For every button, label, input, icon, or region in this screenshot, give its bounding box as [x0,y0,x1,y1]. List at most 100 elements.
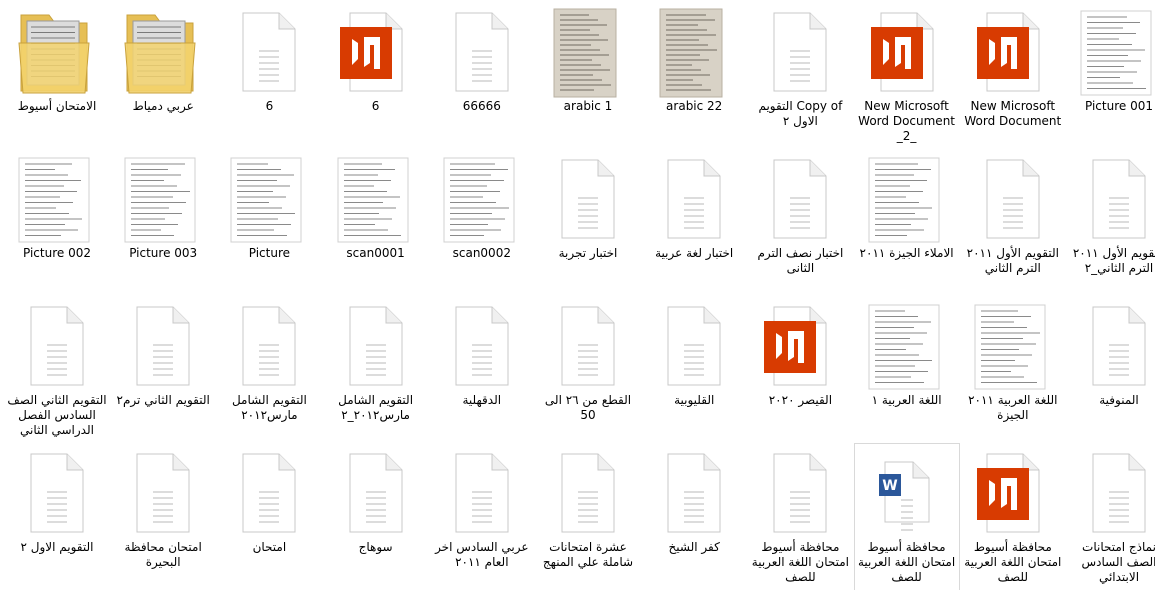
blank-document-icon [748,150,852,246]
blank-document-icon [748,3,852,99]
file-item[interactable]: الاملاء الجيزة ٢٠١١ [855,150,959,296]
file-name-label: 6 [371,99,380,113]
blank-document-icon [536,444,640,540]
blank-document-icon [642,297,746,393]
file-name-label: سوهاج [358,540,393,554]
blank-document-icon [642,444,746,540]
file-item[interactable]: Copy of التقويم الاول ٢ [748,3,852,149]
file-name-label: 6 [265,99,274,113]
file-item[interactable]: scan0002 [430,150,534,296]
file-item[interactable]: نماذج امتحانات الصف السادس الابتدائي [1067,444,1155,590]
photo-thumbnail [536,3,640,99]
file-item[interactable]: اختبار لغة عربية [642,150,746,296]
file-item[interactable]: التقويم الثاني ترم٢ [111,297,215,443]
pdf-reader-icon [961,3,1065,99]
file-item[interactable]: الامتحان أسيوط [5,3,109,149]
pdf-reader-icon [855,3,959,99]
file-item[interactable]: التقويم الشامل مارس٢٠١٢_٢ [324,297,428,443]
file-name-label: امتحان [252,540,287,554]
file-item[interactable]: عربي دمياط [111,3,215,149]
file-item[interactable]: W محافظة أسيوط امتحان اللغة العربية للصف [853,443,960,590]
blank-document-icon [324,444,428,540]
file-name-label: التقويم الثاني ترم٢ [116,393,210,407]
blank-document-icon [5,444,109,540]
file-name-label: Picture 002 [23,246,91,260]
scanned-page-thumbnail [111,150,215,246]
file-item[interactable]: القيصر ٢٠٢٠ [748,297,852,443]
file-name-label: scan0001 [346,246,405,260]
file-item[interactable]: امتحان [217,444,321,590]
file-name-label: التقويم الثاني الصف السادس الفصل الدراسي… [7,393,107,437]
folder-icon [111,3,215,99]
file-item[interactable]: اللغة العربية ٢٠١١ الجيزة [961,297,1065,443]
blank-document-icon [536,150,640,246]
file-name-label: New Microsoft Word Document _2_ [858,99,955,143]
file-name-label: Picture [248,246,291,260]
file-item[interactable]: 6 [324,3,428,149]
file-item[interactable]: Picture 001 [1067,3,1155,149]
file-item[interactable]: عربي السادس اخر العام ٢٠١١ [430,444,534,590]
file-item[interactable]: الدقهلية [430,297,534,443]
file-item[interactable]: محافظة أسيوط امتحان اللغة العربية للصف [961,444,1065,590]
file-item[interactable]: اللغة العربية ١ [855,297,959,443]
file-item[interactable]: المنوفية [1067,297,1155,443]
file-item[interactable]: 66666 [430,3,534,149]
file-item[interactable]: التقويم الأول ٢٠١١ الترم الثاني [961,150,1065,296]
blank-document-icon [217,3,321,99]
file-item[interactable]: scan0001 [324,150,428,296]
file-name-label: التقويم الشامل مارس٢٠١٢ [231,393,307,422]
scanned-page-thumbnail [430,150,534,246]
blank-document-icon [217,444,321,540]
file-name-label: التقويم الاول ٢ [20,540,94,554]
file-item[interactable]: القليوبية [642,297,746,443]
blank-document-icon [5,297,109,393]
file-item[interactable]: arabic 1 [536,3,640,149]
file-item[interactable]: New Microsoft Word Document _2_ [855,3,959,149]
file-item[interactable]: التقويم الاول ٢ [5,444,109,590]
file-item[interactable]: القطع من ٢٦ الى 50 [536,297,640,443]
blank-document-icon [111,444,215,540]
file-name-label: محافظة أسيوط امتحان اللغة العربية للصف [857,540,956,584]
file-name-label: New Microsoft Word Document [964,99,1062,128]
file-item[interactable]: Picture [217,150,321,296]
file-grid: الامتحان أسيوط عربي دمياط 6 6 66666 arabic 1a… [0,0,1155,590]
file-name-label: 66666 [462,99,501,113]
file-item[interactable]: التقويم الشامل مارس٢٠١٢ [217,297,321,443]
file-name-label: امتحان محافظة البحيرة [124,540,202,569]
file-name-label: Picture 003 [129,246,198,260]
file-item[interactable]: اختبار تجربة [536,150,640,296]
file-item[interactable]: Picture 003 [111,150,215,296]
file-item[interactable]: arabic 22 [642,3,746,149]
file-item[interactable]: New Microsoft Word Document [961,3,1065,149]
file-item[interactable]: امتحان محافظة البحيرة [111,444,215,590]
scanned-page-thumbnail [1067,3,1155,99]
blank-document-icon [1067,444,1155,540]
file-name-label: التقويم الشامل مارس٢٠١٢_٢ [338,393,414,422]
file-item[interactable]: محافظة أسيوط امتحان اللغة العربية للصف [748,444,852,590]
blank-document-icon [536,297,640,393]
file-name-label: الامتحان أسيوط [17,99,97,113]
pdf-reader-icon [748,297,852,393]
file-item[interactable]: 6 [217,3,321,149]
file-name-label: القطع من ٢٦ الى 50 [544,393,632,422]
file-item[interactable]: سوهاج [324,444,428,590]
file-item[interactable]: التقويم الأول ٢٠١١ الترم الثاني_٢ [1067,150,1155,296]
scanned-page-thumbnail [324,150,428,246]
file-name-label: محافظة أسيوط امتحان اللغة العربية للصف [964,540,1062,584]
blank-document-icon [961,150,1065,246]
file-item[interactable]: اختبار نصف الترم الثانى [748,150,852,296]
file-name-label: المنوفية [1099,393,1139,407]
file-name-label: اللغة العربية ٢٠١١ الجيزة [968,393,1058,422]
file-item[interactable]: عشرة امتحانات شاملة علي المنهج [536,444,640,590]
blank-document-icon [1067,297,1155,393]
file-item[interactable]: Picture 002 [5,150,109,296]
blank-document-icon [1067,150,1155,246]
file-item[interactable]: كفر الشيخ [642,444,746,590]
scanned-page-thumbnail [855,297,959,393]
file-name-label: اختبار لغة عربية [655,246,734,260]
file-name-label: عشرة امتحانات شاملة علي المنهج [542,540,634,569]
file-name-label: اختبار نصف الترم الثانى [757,246,844,275]
file-item[interactable]: التقويم الثاني الصف السادس الفصل الدراسي… [5,297,109,443]
file-name-label: arabic 22 [666,99,723,113]
file-name-label: اللغة العربية ١ [871,393,942,407]
